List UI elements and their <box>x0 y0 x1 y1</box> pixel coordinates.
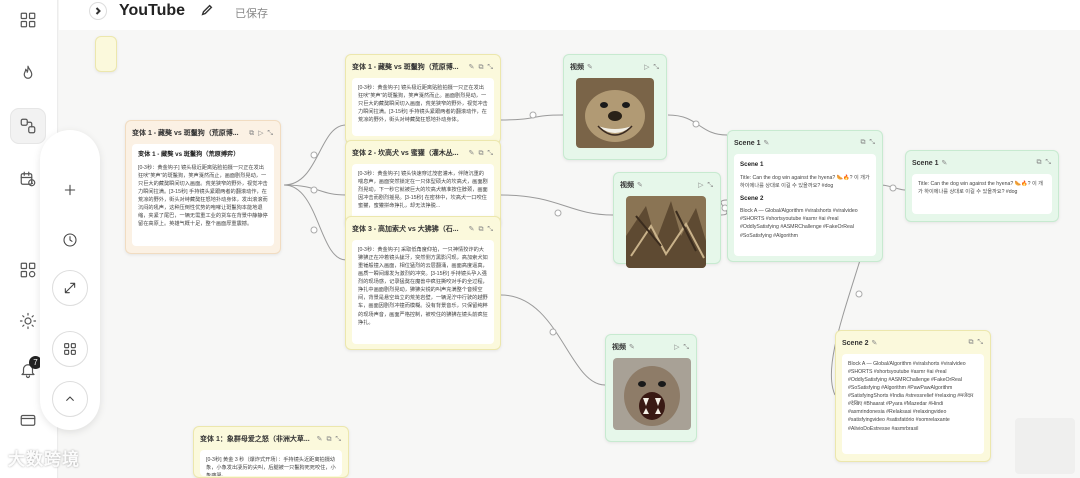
edit-icon[interactable]: ✎ <box>763 139 769 147</box>
node-tools[interactable]: ✎ ⧉ ⤡ <box>469 63 494 72</box>
bush-video-thumbnail[interactable] <box>626 196 706 268</box>
variant-node-3[interactable]: 变体 3 - 高加索犬 vs 大狒狒（石... ✎ ⧉ ⤡ [0-3秒：黄金钩子… <box>345 216 501 350</box>
node-title: 变体 3 - 高加索犬 vs 大狒狒（石... <box>352 226 459 233</box>
plus-icon <box>64 184 76 196</box>
node-title: 变体 2 - 坎高犬 vs 蜜獾（灌木丛... <box>352 150 459 157</box>
scene-subheading: Scene 2 <box>740 194 764 202</box>
node-title: 变体 1 - 藏獒 vs 斑鬣狗（荒原博... <box>352 64 459 71</box>
edit-icon[interactable]: ✎ <box>587 63 593 71</box>
edge <box>500 294 606 386</box>
workflow-icon[interactable] <box>10 108 46 144</box>
variant-node-1[interactable]: 变体 1 - 藏獒 vs 斑鬣狗（荒原博... ✎ ⧉ ⤡ [0-3秒：黄金钩子… <box>345 54 501 144</box>
fit-view-button[interactable] <box>52 270 88 306</box>
clock-icon <box>63 233 77 247</box>
save-status: 已保存 <box>235 8 268 20</box>
node-tools[interactable]: ⧉ ▷ ⤡ <box>249 129 274 138</box>
collapse-panel-button[interactable] <box>52 381 88 417</box>
partial-node[interactable] <box>95 36 117 72</box>
chevron-right-icon <box>95 7 101 15</box>
node-tools[interactable]: ✎ ⧉ ⤡ <box>469 225 494 234</box>
node-title: 变体 1：象群母爱之怒（非洲大草... <box>200 436 310 443</box>
layout-button[interactable] <box>52 331 88 367</box>
flame-icon[interactable] <box>10 55 46 91</box>
header: YouTube 已保存 <box>59 0 1080 30</box>
node-title: 视频 <box>612 344 626 351</box>
grid-icon <box>64 343 76 355</box>
baboon-video-thumbnail[interactable] <box>613 358 691 430</box>
node-tools[interactable]: ⧉ ⤡ <box>1036 159 1052 167</box>
edit-title-button[interactable] <box>200 3 216 19</box>
scene-text: Title: Can the dog win against the hyena… <box>918 181 1043 196</box>
scene-text: Block A — Global/Algorithm #viralshorts … <box>740 208 858 239</box>
page-title: YouTube <box>119 2 186 19</box>
pencil-icon <box>201 4 213 16</box>
node-text: [0-3秒：黄金钩子] 采取低角度仰拍，一只神情狡诈的大狒狒正在冲着镜头龇牙，突… <box>358 247 488 326</box>
edit-icon[interactable]: ✎ <box>629 343 635 351</box>
minimap[interactable] <box>1015 418 1075 474</box>
scene-node-1-output[interactable]: Scene 1 ✎ ⧉ ⤡ Title: Can the dog win aga… <box>905 150 1059 222</box>
node-tools[interactable]: ⧉ ⤡ <box>968 339 984 347</box>
edit-icon[interactable]: ✎ <box>637 181 643 189</box>
workflow-canvas[interactable]: 变体 1 - 藏獒 vs 斑鬣狗（荒原博... ⧉ ▷ ⤡ 变体 1 - 藏獒 … <box>59 30 1080 478</box>
node-tools[interactable]: ▷ ⤡ <box>698 181 714 190</box>
back-button[interactable] <box>89 2 107 20</box>
chevron-up-icon <box>66 396 74 401</box>
edge <box>283 184 347 261</box>
variant-node-2[interactable]: 变体 2 - 坎高犬 vs 蜜獾（灌木丛... ✎ ⧉ ⤡ [0-3秒：黄金钩子… <box>345 140 501 228</box>
scene-subheading: Scene 1 <box>740 161 764 168</box>
edit-icon[interactable]: ✎ <box>871 339 877 347</box>
history-button[interactable] <box>52 222 88 258</box>
grid-icon[interactable] <box>10 2 46 38</box>
node-text: [0-3秒：黄金钩子] 镜头极近距离贴脸拍摄一只正在发出狂吠"笑声"的斑鬣狗，笑… <box>138 164 268 228</box>
node-title: Scene 1 <box>912 159 939 167</box>
watermark: 大数跨境 <box>8 450 80 469</box>
expand-icon <box>64 282 76 294</box>
scene-node-2[interactable]: Scene 2 ✎ ⧉ ⤡ Block A — Global/Algorithm… <box>835 330 991 462</box>
video-node-2[interactable]: 视频 ✎ ▷ ⤡ <box>613 172 721 268</box>
node-tools[interactable]: ▷ ⤡ <box>674 343 690 352</box>
node-text: [0-3秒] 黄金 3 秒（爆炸式开场）：手持镜头近距离拍摄幼象，小象发出凄厉的… <box>206 457 336 476</box>
variant-node-left[interactable]: 变体 1 - 藏獒 vs 斑鬣狗（荒原博... ⧉ ▷ ⤡ 变体 1 - 藏獒 … <box>125 120 281 254</box>
variant-node-bottom[interactable]: 变体 1：象群母爱之怒（非洲大草... ✎ ⧉ ⤡ [0-3秒] 黄金 3 秒（… <box>193 426 349 478</box>
hyena-video-thumbnail[interactable] <box>576 78 654 148</box>
node-tools[interactable]: ▷ ⤡ <box>644 63 660 72</box>
node-text: [0-3秒：黄金钩子] 镜头极近距离贴脸拍摄一只正在发出狂吠"笑声"的斑鬣狗，笑… <box>358 85 488 124</box>
add-node-button[interactable] <box>52 172 88 208</box>
video-node-3[interactable]: 视频 ✎ ▷ ⤡ <box>605 334 697 442</box>
node-title: Scene 1 <box>734 139 761 147</box>
scene-text: Block A — Global/Algorithm #viralshorts … <box>848 361 974 432</box>
node-title: 视频 <box>570 64 584 71</box>
canvas-tool-panel <box>40 130 100 430</box>
node-tools[interactable]: ✎ ⧉ ⤡ <box>469 149 494 158</box>
node-text: [0-3秒：黄金钩子] 镜头快速穿过茂密灌木，伴随沉重的喘息声，画面突然锁定在一… <box>358 171 488 210</box>
node-title: Scene 2 <box>842 339 869 347</box>
node-tools[interactable]: ✎ ⧉ ⤡ <box>317 435 342 444</box>
node-tools[interactable]: ⧉ ⤡ <box>860 139 876 147</box>
edit-icon[interactable]: ✎ <box>941 159 947 167</box>
scene-text: Title: Can the dog win against the hyena… <box>740 174 870 189</box>
node-title: 变体 1 - 藏獒 vs 斑鬣狗（荒原博... <box>132 130 239 137</box>
video-node-1[interactable]: 视频 ✎ ▷ ⤡ <box>563 54 667 160</box>
scene-node-1[interactable]: Scene 1 ✎ ⧉ ⤡ Scene 1 Title: Can the dog… <box>727 130 883 262</box>
node-title: 视频 <box>620 182 634 189</box>
node-subtitle: 变体 1 - 藏獒 vs 斑鬣狗（荒原搏弈） <box>138 151 240 158</box>
